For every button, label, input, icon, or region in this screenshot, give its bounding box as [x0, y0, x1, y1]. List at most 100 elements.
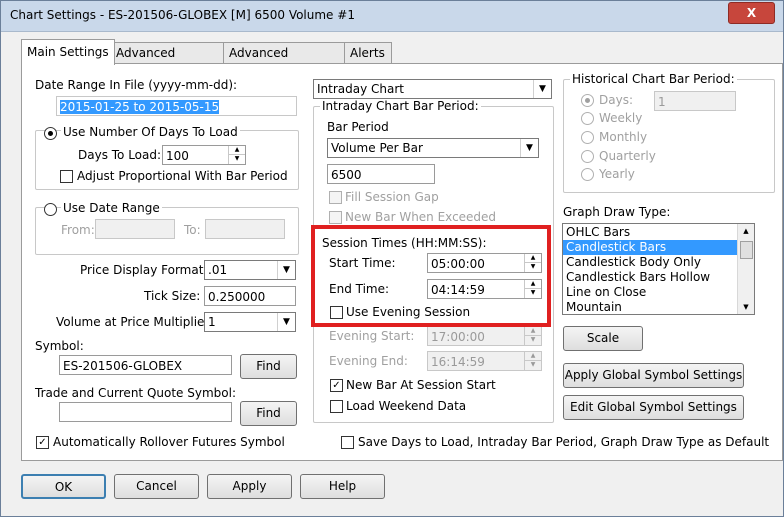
rollover-label: Automatically Rollover Futures Symbol	[53, 435, 285, 449]
bar-period-label: Bar Period	[327, 120, 389, 134]
list-item[interactable]: OHLC Bars	[563, 225, 739, 240]
tab-advanced-settings[interactable]: Advanced Settings	[110, 42, 226, 81]
adjust-checkbox[interactable]	[60, 170, 73, 183]
tick-size-input[interactable]: 0.250000	[204, 286, 296, 306]
historical-days-label: Days:	[599, 93, 633, 107]
historical-period-title: Historical Chart Bar Period:	[570, 72, 737, 86]
from-label: From:	[61, 223, 95, 237]
tab-alerts[interactable]: Alerts	[344, 42, 392, 64]
evening-start-input: 17:00:00 ▲ ▼	[427, 326, 542, 346]
chevron-down-icon[interactable]: ▼	[277, 261, 295, 279]
evening-end-input: 16:14:59 ▲ ▼	[427, 351, 542, 371]
save-default-label: Save Days to Load, Intraday Bar Period, …	[358, 435, 770, 449]
scale-button[interactable]: Scale	[563, 326, 643, 351]
trade-symbol-label: Trade and Current Quote Symbol:	[35, 386, 236, 400]
cancel-button[interactable]: Cancel	[114, 474, 199, 499]
scroll-down-icon[interactable]: ▼	[738, 300, 754, 314]
chevron-down-icon[interactable]: ▼	[520, 139, 538, 157]
symbol-label: Symbol:	[35, 339, 84, 353]
historical-weekly-radio[interactable]	[581, 112, 594, 125]
date-range-value: 2015-01-25 to 2015-05-15	[60, 100, 220, 114]
list-item[interactable]: Mountain	[563, 300, 739, 314]
scroll-thumb[interactable]	[740, 241, 753, 259]
graph-draw-type-list[interactable]: OHLC Bars Candlestick Bars Candlestick B…	[562, 223, 755, 315]
historical-quarterly-label: Quarterly	[599, 149, 656, 163]
use-days-radio[interactable]	[44, 127, 57, 140]
chart-settings-dialog: Chart Settings - ES-201506-GLOBEX [M] 65…	[0, 0, 784, 517]
scroll-up-icon[interactable]: ▲	[738, 224, 754, 238]
historical-monthly-label: Monthly	[599, 130, 648, 144]
help-button[interactable]: Help	[300, 474, 385, 499]
days-to-load-label: Days To Load:	[78, 148, 162, 162]
trade-symbol-input[interactable]	[59, 402, 232, 422]
historical-monthly-radio[interactable]	[581, 131, 594, 144]
evening-end-spinner: ▲ ▼	[524, 352, 541, 370]
days-spinner[interactable]: ▲ ▼	[228, 146, 245, 164]
list-item[interactable]: Line on Close	[563, 285, 739, 300]
trade-symbol-find-button[interactable]: Find	[240, 401, 297, 426]
window-title: Chart Settings - ES-201506-GLOBEX [M] 65…	[10, 8, 355, 22]
symbol-input[interactable]: ES-201506-GLOBEX	[59, 355, 232, 375]
tab-main-settings[interactable]: Main Settings	[21, 39, 115, 65]
list-item-selected[interactable]: Candlestick Bars	[563, 240, 739, 255]
edit-global-settings-button[interactable]: Edit Global Symbol Settings	[563, 395, 744, 420]
historical-weekly-label: Weekly	[599, 111, 643, 125]
to-label: To:	[184, 223, 201, 237]
spin-down-icon: ▼	[530, 361, 536, 368]
price-format-value: .01	[208, 263, 228, 277]
tab-advanced-settings-2[interactable]: Advanced Settings 2	[223, 42, 347, 81]
chevron-down-icon[interactable]: ▼	[277, 313, 295, 331]
bar-period-amount-input[interactable]: 6500	[327, 164, 435, 184]
evening-start-value: 17:00:00	[431, 330, 485, 344]
date-range-field: 2015-01-25 to 2015-05-15	[56, 96, 297, 116]
historical-quarterly-radio[interactable]	[581, 150, 594, 163]
list-item[interactable]: Candlestick Bars Hollow	[563, 270, 739, 285]
apply-global-settings-button[interactable]: Apply Global Symbol Settings	[563, 363, 744, 388]
tick-size-label: Tick Size:	[144, 289, 201, 303]
vap-multiplier-select[interactable]: 1 ▼	[204, 312, 296, 332]
ok-button[interactable]: OK	[21, 474, 106, 499]
price-format-label: Price Display Format:	[80, 263, 208, 277]
adjust-label: Adjust Proportional With Bar Period	[77, 169, 288, 183]
apply-button[interactable]: Apply	[207, 474, 292, 499]
use-date-range-radio[interactable]	[44, 203, 57, 216]
use-days-label: Use Number Of Days To Load	[61, 125, 240, 139]
spin-down-icon[interactable]: ▼	[229, 155, 245, 163]
load-weekend-checkbox[interactable]	[330, 400, 343, 413]
chevron-down-icon[interactable]: ▼	[533, 80, 551, 98]
close-button[interactable]: X	[728, 2, 775, 24]
new-bar-exceeded-label: New Bar When Exceeded	[345, 210, 497, 224]
days-to-load-input[interactable]: 100 ▲ ▼	[162, 145, 246, 165]
fill-session-gap-label: Fill Session Gap	[345, 190, 439, 204]
new-bar-exceeded-checkbox[interactable]	[329, 211, 342, 224]
bar-period-group-title: Intraday Chart Bar Period:	[320, 99, 481, 113]
historical-days-input: 1	[654, 91, 736, 111]
evening-start-label: Evening Start:	[329, 329, 415, 343]
price-format-select[interactable]: .01 ▼	[204, 260, 296, 280]
list-scrollbar[interactable]: ▲ ▼	[737, 224, 754, 314]
date-range-label: Date Range In File (yyyy-mm-dd):	[35, 78, 238, 92]
fill-session-gap-checkbox[interactable]	[329, 191, 342, 204]
chart-type-select[interactable]: Intraday Chart ▼	[313, 79, 552, 99]
bar-period-select[interactable]: Volume Per Bar ▼	[327, 138, 539, 158]
spin-up-icon[interactable]: ▲	[229, 146, 245, 155]
historical-days-radio[interactable]	[581, 94, 594, 107]
bar-period-value: Volume Per Bar	[331, 141, 423, 155]
to-input	[205, 219, 285, 239]
spin-up-icon: ▲	[525, 352, 541, 361]
rollover-checkbox[interactable]: ✓	[36, 436, 49, 449]
save-default-checkbox[interactable]	[341, 436, 354, 449]
symbol-find-button[interactable]: Find	[240, 354, 297, 379]
graph-draw-type-label: Graph Draw Type:	[563, 205, 671, 219]
evening-end-value: 16:14:59	[431, 355, 485, 369]
historical-yearly-radio[interactable]	[581, 168, 594, 181]
days-to-load-value: 100	[166, 149, 189, 163]
use-date-range-label: Use Date Range	[61, 201, 162, 215]
new-bar-session-start-checkbox[interactable]: ✓	[330, 379, 343, 392]
title-bar[interactable]: Chart Settings - ES-201506-GLOBEX [M] 65…	[1, 1, 783, 32]
load-weekend-label: Load Weekend Data	[346, 399, 467, 413]
evening-start-spinner: ▲ ▼	[524, 327, 541, 345]
vap-multiplier-value: 1	[208, 315, 216, 329]
historical-yearly-label: Yearly	[599, 167, 635, 181]
list-item[interactable]: Candlestick Body Only	[563, 255, 739, 270]
